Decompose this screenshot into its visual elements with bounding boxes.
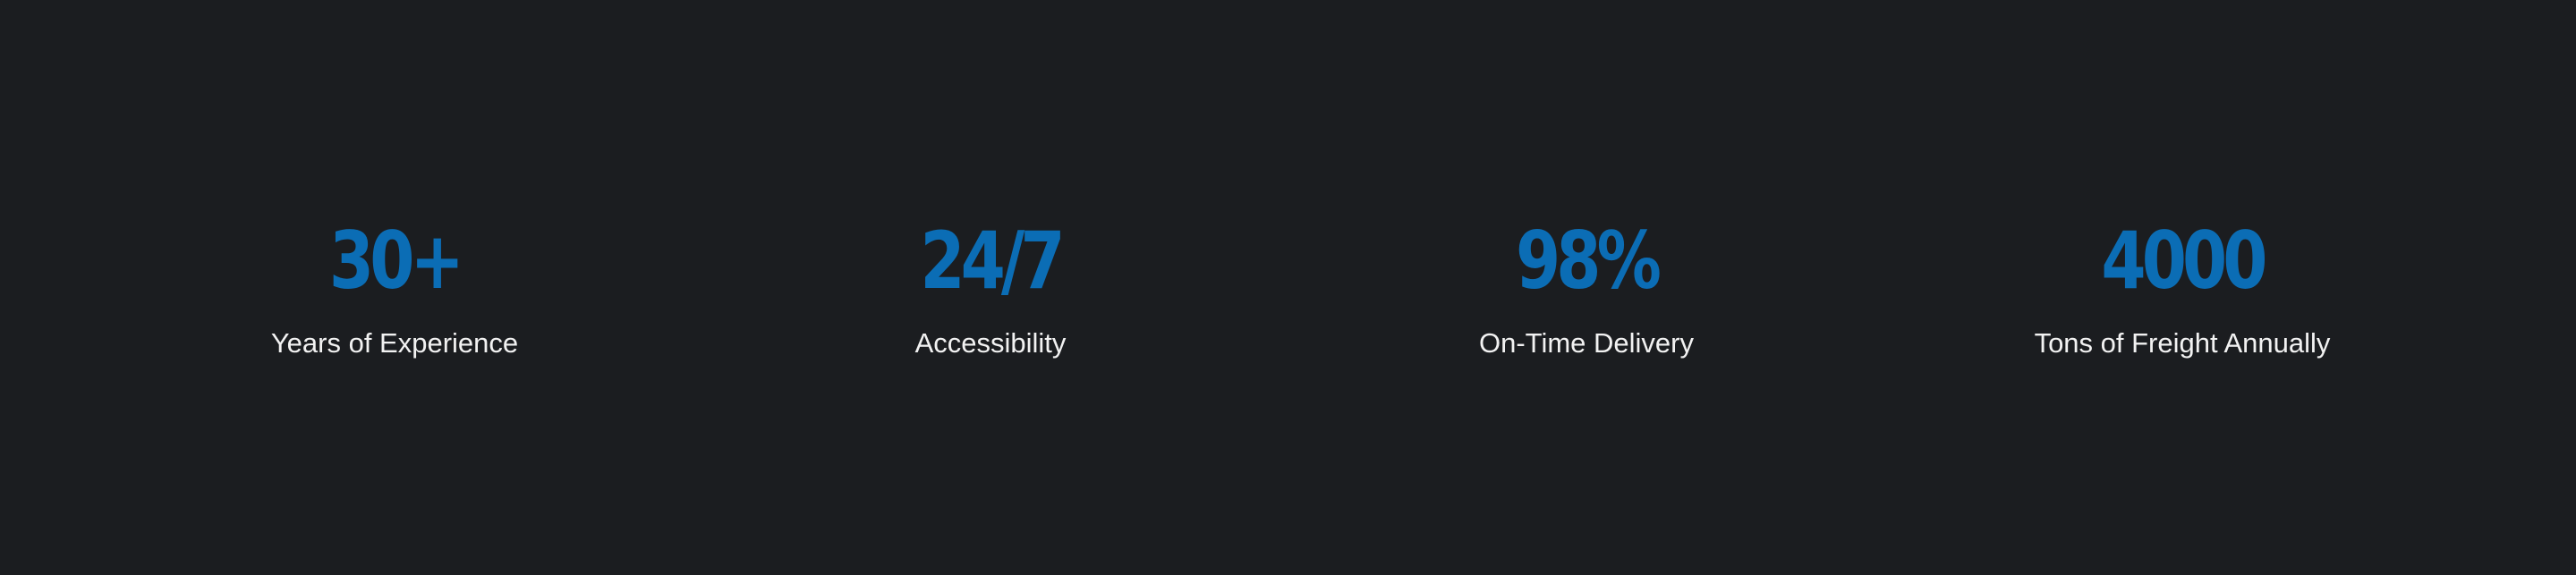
stat-value: 4000 <box>2101 215 2267 307</box>
stat-on-time-delivery: 98% On-Time Delivery <box>1336 216 1837 361</box>
stat-value: 98% <box>1516 215 1662 307</box>
stat-label: Years of Experience <box>270 327 519 359</box>
stat-tons-of-freight: 4000 Tons of Freight Annually <box>1932 216 2433 361</box>
stat-value: 30+ <box>328 215 464 307</box>
stats-section: 30+ Years of Experience 24/7 Accessibili… <box>0 0 2576 575</box>
stat-label: On-Time Delivery <box>1479 327 1694 359</box>
stat-label: Accessibility <box>914 327 1067 359</box>
stat-accessibility: 24/7 Accessibility <box>740 216 1241 361</box>
stat-label: Tons of Freight Annually <box>2034 327 2331 359</box>
stat-value: 24/7 <box>920 215 1065 307</box>
stat-years-of-experience: 30+ Years of Experience <box>144 216 645 361</box>
